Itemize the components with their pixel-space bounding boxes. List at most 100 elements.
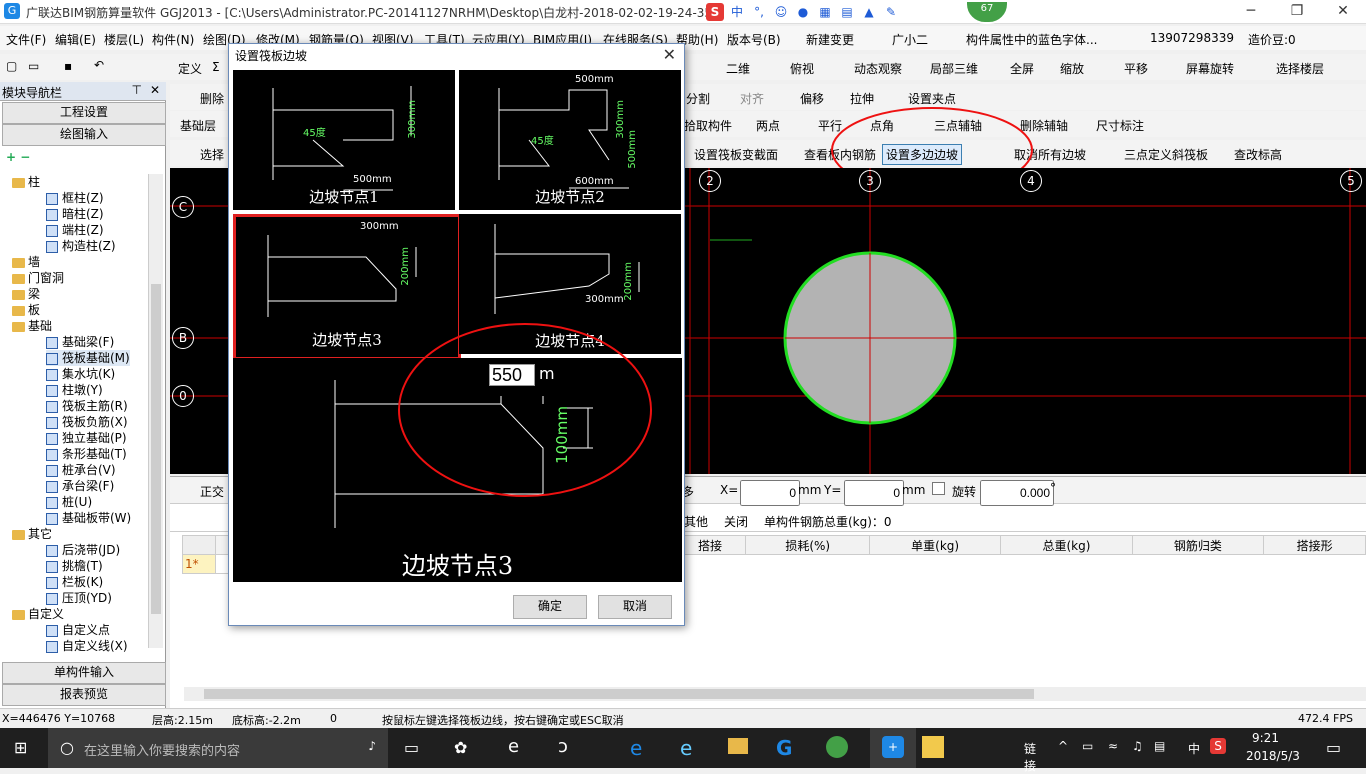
skin-icon[interactable]: ▲: [860, 3, 878, 21]
emoji-icon[interactable]: ☺: [772, 3, 790, 21]
glodon-app-icon[interactable]: G: [776, 736, 792, 760]
ie-browser-icon[interactable]: e: [680, 736, 692, 760]
align-button[interactable]: 对齐: [740, 90, 764, 107]
tree-item[interactable]: 集水坑(K): [46, 366, 115, 382]
notification-badge[interactable]: 67: [965, 0, 1009, 24]
clock-date[interactable]: 2018/5/3: [1246, 749, 1300, 763]
grid-column-header[interactable]: 单重(kg): [868, 535, 1002, 555]
tree-group[interactable]: 基础: [12, 318, 52, 334]
fullscreen-button[interactable]: 全屏: [1010, 60, 1034, 77]
menu-assistant[interactable]: 广小二: [892, 31, 928, 48]
close-button[interactable]: ✕: [1320, 0, 1366, 24]
menu-edit[interactable]: 编辑(E): [55, 31, 96, 48]
tree-item[interactable]: 端柱(Z): [46, 222, 104, 238]
2d-button[interactable]: 二维: [726, 60, 750, 77]
pin-icon[interactable]: ⊤: [132, 83, 142, 97]
expand-all-icon[interactable]: + −: [6, 150, 30, 164]
rotate-screen-button[interactable]: 屏幕旋转: [1186, 60, 1234, 77]
green-app-icon[interactable]: [826, 736, 848, 758]
grid-column-header[interactable]: 总重(kg): [1000, 535, 1133, 555]
tree-item[interactable]: 柱墩(Y): [46, 382, 103, 398]
tree-group[interactable]: 自定义: [12, 606, 64, 622]
sogou-tray-icon[interactable]: S: [1210, 738, 1226, 754]
network-icon[interactable]: ▭: [1082, 739, 1093, 753]
tree-item[interactable]: 暗柱(Z): [46, 206, 104, 222]
close-icon[interactable]: ✕: [150, 83, 160, 97]
tray-link[interactable]: 链接: [1024, 740, 1036, 774]
windows-start-icon[interactable]: ⊞: [14, 740, 30, 756]
ok-button[interactable]: 确定: [513, 595, 587, 619]
toolbox-icon[interactable]: ▤: [838, 3, 856, 21]
select-floor-button[interactable]: 选择楼层: [1276, 60, 1324, 77]
ortho-button[interactable]: 正交: [200, 483, 224, 500]
keyboard-icon[interactable]: ▤: [1154, 739, 1165, 753]
keyboard-icon[interactable]: ▦: [816, 3, 834, 21]
split-button[interactable]: 分割: [686, 90, 710, 107]
active-app-tab[interactable]: +: [870, 728, 916, 768]
tree-item[interactable]: 栏板(K): [46, 574, 103, 590]
dialog-close-button[interactable]: ✕: [663, 45, 676, 64]
y-input[interactable]: [844, 480, 904, 506]
tree-item[interactable]: 后浇带(JD): [46, 542, 120, 558]
ime-lang-toggle[interactable]: 中: [728, 3, 746, 21]
tree-item[interactable]: 基础板带(W): [46, 510, 131, 526]
task-view-icon[interactable]: ▭: [404, 738, 419, 757]
tree-group[interactable]: 门窗洞: [12, 270, 64, 286]
tree-group[interactable]: 板: [12, 302, 40, 318]
tree-group[interactable]: 梁: [12, 286, 40, 302]
rotate-input[interactable]: [980, 480, 1054, 506]
menu-phone[interactable]: 13907298339: [1150, 31, 1234, 45]
pick-component-button[interactable]: 拾取构件: [684, 117, 732, 134]
edge-icon[interactable]: e: [630, 736, 642, 760]
delete-button[interactable]: 删除: [200, 90, 224, 107]
new-file-icon[interactable]: ▢: [6, 59, 17, 73]
tree-item[interactable]: 独立基础(P): [46, 430, 127, 446]
save-icon[interactable]: ▪: [64, 59, 72, 73]
cancel-button[interactable]: 取消: [598, 595, 672, 619]
app-fan-icon[interactable]: ✿: [454, 738, 467, 757]
wifi-icon[interactable]: ≈: [1108, 739, 1118, 753]
drawing-input-button[interactable]: 绘图输入: [2, 124, 166, 146]
tree-item[interactable]: 框柱(Z): [46, 190, 104, 206]
sum-button[interactable]: Σ: [212, 60, 220, 74]
tree-item[interactable]: 压顶(YD): [46, 590, 112, 606]
tray-expand-icon[interactable]: ^: [1058, 739, 1068, 753]
close-panel-button[interactable]: 关闭: [724, 513, 748, 530]
ime-toolbar[interactable]: S 中 °, ☺ ● ▦ ▤ ▲ ✎: [706, 2, 900, 22]
other-button[interactable]: 其他: [684, 513, 708, 530]
tree-item[interactable]: 筏板负筋(X): [46, 414, 128, 430]
clock-time[interactable]: 9:21: [1252, 731, 1279, 745]
sogou-icon[interactable]: S: [706, 3, 724, 21]
report-preview-button[interactable]: 报表预览: [2, 684, 166, 706]
edit-elevation-button[interactable]: 查改标高: [1234, 146, 1282, 163]
pan-button[interactable]: 平移: [1124, 60, 1148, 77]
menu-beans[interactable]: 造价豆:0: [1248, 31, 1296, 48]
menu-tip[interactable]: 构件属性中的蓝色字体...: [966, 31, 1097, 48]
menu-new-change[interactable]: 新建变更: [806, 31, 854, 48]
tree-item[interactable]: 承台梁(F): [46, 478, 114, 494]
notification-icon[interactable]: ▭: [1326, 738, 1341, 757]
two-point-button[interactable]: 两点: [756, 117, 780, 134]
app-swirl-icon[interactable]: ↄ: [558, 736, 568, 757]
tree-item[interactable]: 挑檐(T): [46, 558, 103, 574]
slope-node-1[interactable]: 300mm 45度 500mm 边坡节点1: [233, 70, 455, 210]
tray-lang[interactable]: 中: [1188, 740, 1200, 757]
tree-item[interactable]: 桩(U): [46, 494, 92, 510]
open-file-icon[interactable]: ▭: [28, 59, 39, 73]
slope-node-2[interactable]: 500mm 300mm 500mm 45度 600mm 边坡节点2: [459, 70, 681, 210]
orbit-button[interactable]: 动态观察: [854, 60, 902, 77]
tree-item[interactable]: 筏板基础(M): [46, 350, 130, 366]
menu-component[interactable]: 构件(N): [152, 31, 194, 48]
tree-item[interactable]: 桩承台(V): [46, 462, 116, 478]
tree-scrollbar[interactable]: [148, 174, 163, 648]
menu-file[interactable]: 文件(F): [6, 31, 46, 48]
mic-icon[interactable]: ♪: [368, 739, 376, 753]
zoom-button[interactable]: 缩放: [1060, 60, 1084, 77]
tree-item[interactable]: 构造柱(Z): [46, 238, 116, 254]
minimize-button[interactable]: ─: [1228, 0, 1274, 24]
mic-icon[interactable]: ●: [794, 3, 812, 21]
taskbar-search[interactable]: ○ 在这里输入你要搜索的内容 ♪: [48, 728, 388, 768]
tree-group[interactable]: 柱: [12, 174, 40, 190]
volume-icon[interactable]: ♫: [1132, 739, 1143, 753]
tree-item[interactable]: 条形基础(T): [46, 446, 127, 462]
